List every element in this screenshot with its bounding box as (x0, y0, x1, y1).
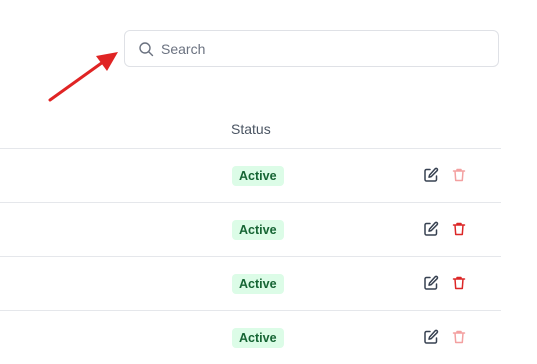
table-row: Active (0, 149, 501, 203)
trash-icon[interactable] (451, 221, 467, 237)
edit-icon[interactable] (423, 275, 439, 291)
page: Status Active Active Active Ac (0, 0, 537, 364)
search-input[interactable] (161, 31, 491, 66)
table-row: Active (0, 203, 501, 257)
status-badge: Active (232, 220, 284, 240)
status-badge: Active (232, 274, 284, 294)
edit-icon[interactable] (423, 221, 439, 237)
status-badge: Active (232, 328, 284, 348)
edit-icon[interactable] (423, 167, 439, 183)
edit-icon[interactable] (423, 329, 439, 345)
status-badge: Active (232, 166, 284, 186)
search-icon (139, 42, 154, 57)
trash-icon[interactable] (451, 167, 467, 183)
search-box[interactable] (124, 30, 499, 67)
trash-icon[interactable] (451, 275, 467, 291)
table-row: Active (0, 257, 501, 311)
trash-icon[interactable] (451, 329, 467, 345)
column-header-status: Status (231, 121, 271, 137)
table-row: Active (0, 311, 501, 364)
